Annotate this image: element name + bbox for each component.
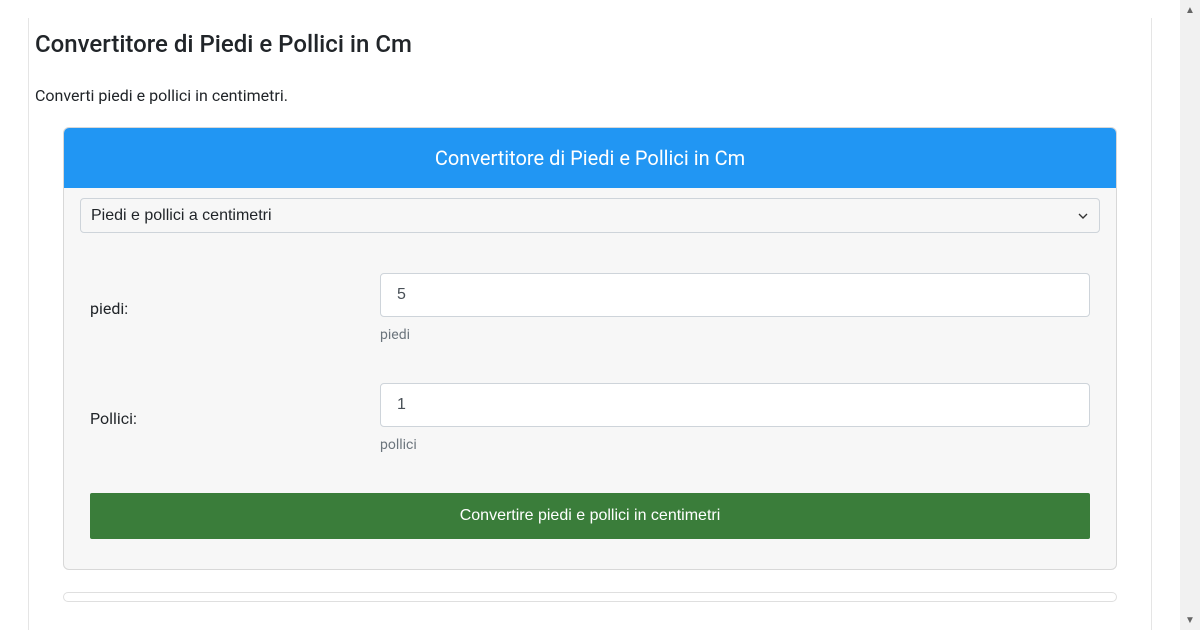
feet-row: piedi: piedi [80, 273, 1100, 343]
scrollbar-down-icon[interactable]: ▼ [1180, 610, 1200, 630]
page-description: Converti piedi e pollici in centimetri. [35, 86, 1145, 105]
scrollbar-track[interactable]: ▲ ▼ [1180, 0, 1200, 630]
inches-input-col: pollici [380, 383, 1090, 453]
inches-input[interactable] [380, 383, 1090, 427]
convert-button[interactable]: Convertire piedi e pollici in centimetri [90, 493, 1090, 539]
card-body: Piedi e pollici a centimetri piedi: pied… [64, 188, 1116, 569]
feet-input[interactable] [380, 273, 1090, 317]
inches-row: Pollici: pollici [80, 383, 1100, 453]
page-wrapper: Convertitore di Piedi e Pollici in Cm Co… [0, 0, 1180, 630]
conversion-type-wrapper: Piedi e pollici a centimetri [80, 198, 1100, 233]
feet-input-col: piedi [380, 273, 1090, 343]
inches-help: pollici [380, 437, 1090, 453]
page-title: Convertitore di Piedi e Pollici in Cm [35, 30, 1145, 58]
feet-help: piedi [380, 327, 1090, 343]
card-header: Convertitore di Piedi e Pollici in Cm [64, 128, 1116, 188]
content-area: Convertitore di Piedi e Pollici in Cm Co… [28, 18, 1152, 630]
converter-card: Convertitore di Piedi e Pollici in Cm Pi… [63, 127, 1117, 570]
conversion-type-select[interactable]: Piedi e pollici a centimetri [80, 198, 1100, 233]
inches-label: Pollici: [90, 409, 380, 428]
scrollbar-up-icon[interactable]: ▲ [1180, 0, 1200, 20]
feet-label: piedi: [90, 299, 380, 318]
result-card [63, 592, 1117, 602]
